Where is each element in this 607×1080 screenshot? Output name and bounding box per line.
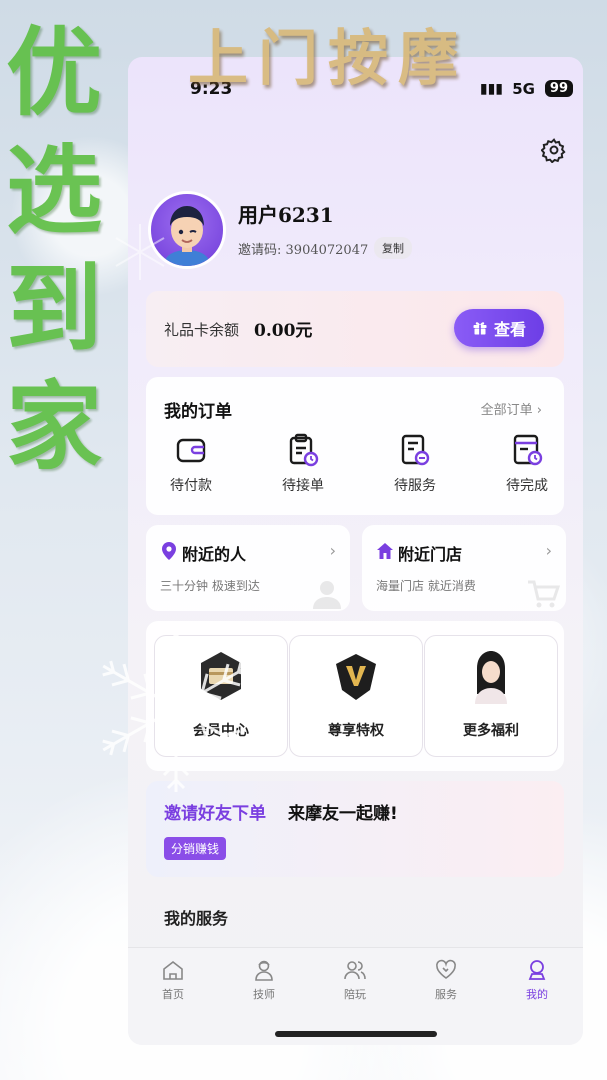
distribution-tag[interactable]: 分销赚钱 [164, 837, 227, 860]
document-minus-icon [401, 434, 430, 466]
gift-card-amount: 0.00元 [254, 321, 313, 341]
all-orders-link[interactable]: 全部订单 › [481, 399, 542, 418]
order-status-pending-payment[interactable]: 待付款 [156, 433, 226, 495]
nearby-stores-subtitle: 海量门店 就近消费 [376, 579, 476, 593]
tab-label: 我的 [526, 988, 548, 1001]
order-status-label: 待完成 [506, 478, 548, 494]
user-icon [528, 960, 546, 980]
perk-label: 更多福利 [463, 723, 519, 739]
chevron-right-icon: › [536, 403, 542, 418]
invite-code: 邀请码: 3904072047 [238, 239, 368, 258]
exclusive-privilege-tile[interactable]: 尊享特权 [289, 635, 423, 757]
chevron-right-icon: › [329, 541, 336, 560]
home-indicator [275, 1031, 437, 1037]
all-orders-label: 全部订单 [480, 403, 533, 418]
orders-title: 我的订单 [164, 402, 232, 422]
my-services-title: 我的服务 [164, 909, 229, 928]
cart-icon [528, 580, 560, 608]
more-benefits-tile[interactable]: 更多福利 [424, 635, 558, 757]
home-outline-icon [163, 960, 183, 980]
invite-label: 邀请码: [238, 243, 282, 258]
order-status-label: 待服务 [394, 478, 436, 494]
people-icon [344, 961, 366, 980]
document-clock-icon [513, 434, 543, 466]
tab-service[interactable]: 服务 [416, 958, 476, 1002]
tab-home[interactable]: 首页 [143, 958, 203, 1002]
tab-mine[interactable]: 我的 [507, 958, 567, 1002]
watermark-title: 上门按摩 [188, 24, 468, 94]
order-status-awaiting-accept[interactable]: 待接单 [268, 433, 338, 495]
invite-code-value: 3904072047 [285, 243, 369, 258]
view-button-label: 查看 [493, 320, 526, 339]
tab-companion[interactable]: 陪玩 [325, 958, 385, 1002]
username: 用户6231 [238, 203, 334, 227]
tab-label: 服务 [435, 988, 457, 1001]
clipboard-clock-icon [289, 433, 319, 467]
tab-label: 首页 [162, 988, 184, 1001]
gift-card-balance: 礼品卡余额 0.00元 查看 [146, 291, 564, 367]
app-screen: 9:23 ▮▮▮ 5G 99 用户6231 邀请码: 3904072047 复制… [128, 57, 583, 1045]
technician-icon [255, 960, 273, 981]
view-gift-card-button[interactable]: 查看 [454, 309, 544, 347]
order-status-label: 待付款 [170, 478, 212, 494]
chevron-right-icon: › [545, 541, 552, 560]
location-pin-icon [162, 542, 176, 560]
battery-badge: 99 [544, 80, 573, 97]
network-label: 5G [512, 80, 535, 98]
tab-label: 技师 [253, 988, 275, 1001]
nearby-stores-title: 附近门店 [398, 545, 463, 564]
copy-button[interactable]: 复制 [374, 237, 412, 259]
order-status-awaiting-service[interactable]: 待服务 [380, 433, 450, 495]
gift-icon [473, 322, 487, 335]
gear-icon[interactable] [541, 137, 567, 163]
nearby-stores-card[interactable]: 附近门店 › 海量门店 就近消费 [362, 525, 566, 611]
model-photo-icon [475, 651, 507, 704]
my-orders-card: 我的订单 全部订单 › 待付款 待接单 待服务 待完成 [146, 377, 564, 515]
promo-highlight: 邀请好友下单 [164, 804, 266, 824]
perk-label: 尊享特权 [328, 723, 384, 739]
snowflake-icon [94, 624, 258, 794]
nearby-people-card[interactable]: 附近的人 › 三十分钟 极速到达 [146, 525, 350, 611]
tab-label: 陪玩 [344, 988, 366, 1001]
gift-card-label: 礼品卡余额 [164, 321, 240, 339]
nearby-people-subtitle: 三十分钟 极速到达 [160, 579, 260, 593]
watermark-side-text: 优选到家 [6, 16, 102, 483]
order-status-label: 待接单 [282, 478, 324, 494]
v-badge-icon [336, 654, 376, 700]
signal-icon: ▮▮▮ [479, 81, 503, 97]
promo-text: 来摩友一起赚! [288, 804, 398, 824]
person-icon [313, 581, 341, 609]
nearby-people-title: 附近的人 [182, 545, 247, 564]
tab-technician[interactable]: 技师 [234, 958, 294, 1002]
home-icon [377, 543, 393, 559]
wallet-icon [176, 438, 206, 463]
order-status-awaiting-complete[interactable]: 待完成 [492, 433, 562, 495]
heart-icon [436, 959, 456, 979]
